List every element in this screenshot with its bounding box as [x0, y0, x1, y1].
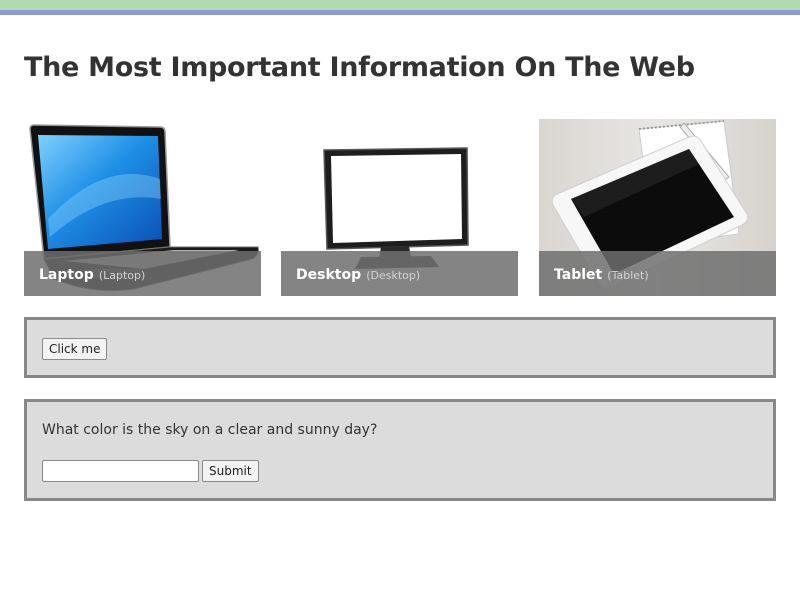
- device-tile-desktop: Desktop (Desktop): [281, 119, 518, 296]
- device-caption-laptop: Laptop (Laptop): [24, 251, 261, 296]
- submit-button[interactable]: Submit: [202, 460, 259, 482]
- device-subtitle-tablet: (Tablet): [607, 269, 649, 282]
- click-me-panel: Click me: [24, 317, 776, 378]
- device-caption-tablet: Tablet (Tablet): [539, 251, 776, 296]
- device-tile-laptop: Laptop (Laptop): [24, 119, 261, 296]
- device-tile-tablet: Tablet (Tablet): [539, 119, 776, 296]
- page-title: The Most Important Information On The We…: [24, 52, 695, 83]
- device-subtitle-laptop: (Laptop): [98, 269, 146, 282]
- answer-input[interactable]: [42, 460, 199, 482]
- device-name-laptop: Laptop: [39, 267, 94, 283]
- device-subtitle-desktop: (Desktop): [366, 269, 421, 282]
- device-caption-desktop: Desktop (Desktop): [281, 251, 518, 296]
- quiz-question: What color is the sky on a clear and sun…: [42, 422, 378, 438]
- device-name-tablet: Tablet: [554, 267, 603, 283]
- device-name-desktop: Desktop: [296, 267, 362, 283]
- top-accent-bar-blue: [0, 10, 800, 15]
- top-accent-bar-green: [0, 0, 800, 10]
- quiz-panel: What color is the sky on a clear and sun…: [24, 399, 776, 501]
- click-me-button[interactable]: Click me: [42, 338, 108, 360]
